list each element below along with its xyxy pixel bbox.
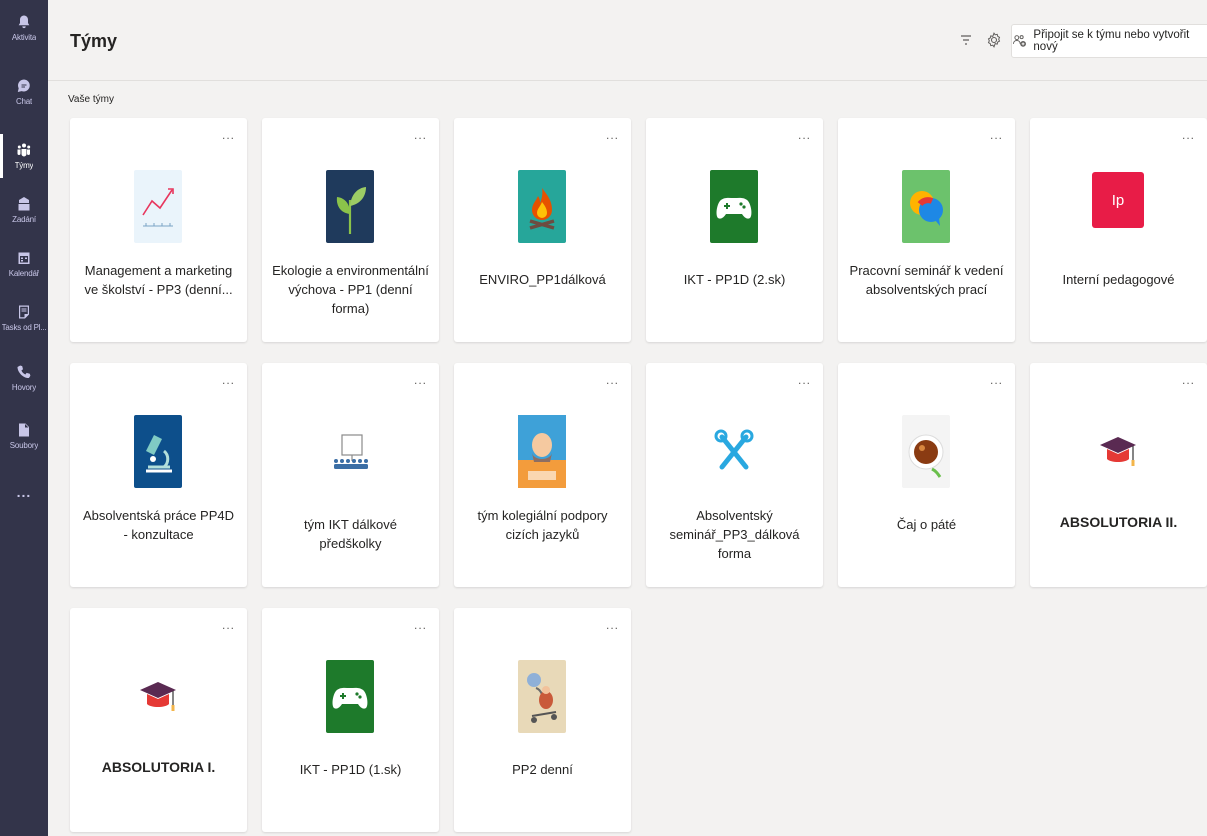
teams-icon <box>17 143 31 157</box>
team-name: PP2 denní <box>512 762 573 777</box>
team-card[interactable]: ... ENVIRO_PP1dálková <box>454 118 631 342</box>
team-name: ENVIRO_PP1dálková <box>479 272 606 287</box>
team-card[interactable]: ... IKT - PP1D (1.sk) <box>262 608 439 832</box>
plant-icon <box>326 170 374 243</box>
rail-label: Zadání <box>12 215 36 224</box>
more-options-icon[interactable]: ... <box>222 374 235 386</box>
tasks-icon <box>19 305 29 319</box>
more-options-icon[interactable]: ... <box>222 619 235 631</box>
graduation-cap-icon <box>134 660 182 733</box>
team-card[interactable]: ... IKT - PP1D (2.sk) <box>646 118 823 342</box>
app-rail: Aktivita Chat Týmy Zadání Kalendář Tasks… <box>0 0 48 836</box>
team-name: Absolventský seminář_PP3_dálková forma <box>669 508 800 561</box>
rail-label: Aktivita <box>11 33 37 42</box>
initials-avatar: Ip <box>1092 172 1144 228</box>
portrait-icon <box>518 415 566 488</box>
speech-bubbles-icon <box>902 170 950 243</box>
team-card[interactable]: ... PP2 denní <box>454 608 631 832</box>
section-title: Vaše týmy <box>68 94 114 105</box>
presentation-icon <box>326 415 374 488</box>
team-name: Pracovní seminář k vedení absolventských… <box>849 263 1004 297</box>
more-options-icon[interactable]: ... <box>990 129 1003 141</box>
more-options-icon[interactable]: ... <box>798 129 811 141</box>
team-name: Ekologie a environmentální výchova - PP1… <box>272 263 429 316</box>
campfire-icon <box>518 170 566 243</box>
team-card[interactable]: ... ABSOLUTORIA II. <box>1030 363 1207 587</box>
team-card[interactable]: ... Čaj o páté <box>838 363 1015 587</box>
rail-item-activity[interactable]: Aktivita <box>0 0 48 56</box>
phone-icon <box>17 365 31 379</box>
assignments-icon <box>18 197 30 211</box>
team-name: IKT - PP1D (2.sk) <box>683 272 786 287</box>
join-button-label: Připojit se k týmu nebo vytvořit nový <box>1033 29 1190 53</box>
team-name: Čaj o páté <box>896 517 957 532</box>
team-name: tým kolegiální podpory cizích jazyků <box>477 508 608 542</box>
chart-trend-icon <box>134 170 182 243</box>
rail-more-button[interactable]: ... <box>0 464 48 520</box>
rail-item-tasks[interactable]: Tasks od Pl... <box>0 290 48 346</box>
chat-icon <box>17 79 30 92</box>
page-title: Týmy <box>70 31 118 51</box>
rail-label: Soubory <box>9 441 39 450</box>
rail-label: Týmy <box>14 161 34 170</box>
rail-label: Tasks od Pl... <box>1 323 47 332</box>
team-name: tým IKT dálkové předškolky <box>304 517 397 551</box>
team-card[interactable]: ... Pracovní seminář k vedení absolvents… <box>838 118 1015 342</box>
filter-icon[interactable] <box>958 32 974 48</box>
more-options-icon[interactable]: ... <box>414 129 427 141</box>
team-card[interactable]: ... tým kolegiální podpory cizích jazyků <box>454 363 631 587</box>
team-name: ABSOLUTORIA II. <box>1059 514 1178 530</box>
team-card[interactable]: ... Management a marketing ve školství -… <box>70 118 247 342</box>
rail-item-files[interactable]: Soubory <box>0 408 48 464</box>
tools-icon <box>710 415 758 488</box>
rail-label: Hovory <box>11 383 37 392</box>
rail-item-calendar[interactable]: Kalendář <box>0 236 48 292</box>
team-name: IKT - PP1D (1.sk) <box>299 762 402 777</box>
team-card[interactable]: ... tým IKT dálkové předškolky <box>262 363 439 587</box>
more-options-icon[interactable]: ... <box>414 374 427 386</box>
more-options-icon[interactable]: ... <box>222 129 235 141</box>
microscope-icon <box>134 415 182 488</box>
more-options-icon[interactable]: ... <box>606 374 619 386</box>
more-options-icon[interactable]: ... <box>606 619 619 631</box>
more-options-icon[interactable]: ... <box>990 374 1003 386</box>
gamepad-icon <box>710 170 758 243</box>
more-options-icon[interactable]: ... <box>798 374 811 386</box>
team-initials: Ip <box>1111 191 1125 209</box>
rail-item-chat[interactable]: Chat <box>0 64 48 120</box>
rail-item-assignments[interactable]: Zadání <box>0 182 48 238</box>
team-card[interactable]: ... Absolventský seminář_PP3_dálková for… <box>646 363 823 587</box>
team-grid: ... Management a marketing ve školství -… <box>70 118 1207 832</box>
tea-cup-icon <box>902 415 950 488</box>
gamepad-icon <box>326 660 374 733</box>
calendar-icon <box>18 252 30 264</box>
gear-icon[interactable] <box>985 31 1003 49</box>
team-card[interactable]: ... Absolventská práce PP4D - konzultace <box>70 363 247 587</box>
rail-label: Kalendář <box>8 269 40 278</box>
more-icon: ... <box>16 484 32 500</box>
bell-icon <box>18 15 30 29</box>
join-or-create-team-button[interactable]: Připojit se k týmu nebo vytvořit nový <box>1011 24 1207 58</box>
rail-item-calls[interactable]: Hovory <box>0 350 48 406</box>
cartoon-icon <box>518 660 566 733</box>
add-people-icon <box>1012 35 1026 47</box>
more-options-icon[interactable]: ... <box>414 619 427 631</box>
team-card[interactable]: ... Ekologie a environmentální výchova -… <box>262 118 439 342</box>
rail-item-teams[interactable]: Týmy <box>0 128 48 184</box>
more-options-icon[interactable]: ... <box>1182 374 1195 386</box>
file-icon <box>19 423 29 437</box>
page-header: Týmy Připojit se k týmu nebo vytvořit no… <box>48 0 1207 81</box>
team-name: Interní pedagogové <box>1062 272 1175 287</box>
team-card[interactable]: ... Ip Interní pedagogové <box>1030 118 1207 342</box>
team-card[interactable]: ... ABSOLUTORIA I. <box>70 608 247 832</box>
more-options-icon[interactable]: ... <box>606 129 619 141</box>
rail-label: Chat <box>15 97 33 106</box>
team-name: Management a marketing ve školství - PP3… <box>84 263 233 297</box>
team-name: ABSOLUTORIA I. <box>101 759 216 775</box>
team-name: Absolventská práce PP4D - konzultace <box>82 508 235 542</box>
graduation-cap-icon <box>1094 415 1142 488</box>
more-options-icon[interactable]: ... <box>1182 129 1195 141</box>
